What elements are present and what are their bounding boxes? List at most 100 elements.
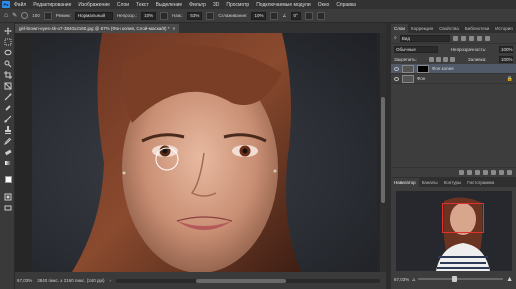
brush-preset-picker[interactable] <box>21 12 29 19</box>
crop-tool-icon[interactable] <box>3 71 12 79</box>
trash-icon[interactable] <box>507 170 512 175</box>
layer-opacity-input[interactable]: 100% <box>498 45 513 53</box>
layer-style-icon[interactable] <box>467 170 472 175</box>
filter-adjustment-icon[interactable] <box>460 35 466 41</box>
menu-window[interactable]: Окно <box>318 2 330 8</box>
pressure-size-icon[interactable] <box>304 11 313 20</box>
clone-stamp-tool-icon[interactable] <box>3 126 12 134</box>
filter-shape-icon[interactable] <box>476 35 482 41</box>
portrait-photo <box>32 33 377 272</box>
angle-input[interactable]: 0° <box>290 11 301 20</box>
status-zoom[interactable]: 67,03% <box>17 278 32 283</box>
brush-tool-icon[interactable]: ✎ <box>12 12 17 19</box>
horizontal-scroll-thumb[interactable] <box>196 278 286 283</box>
layer-mask-thumbnail[interactable] <box>417 64 429 73</box>
new-group-icon[interactable] <box>491 170 496 175</box>
quick-mask-icon[interactable] <box>3 193 12 201</box>
smoothing-settings-icon[interactable] <box>270 11 279 20</box>
filter-smart-icon[interactable] <box>484 35 490 41</box>
gradient-tool-icon[interactable] <box>3 159 12 167</box>
symmetry-icon[interactable] <box>316 11 325 20</box>
eraser-tool-icon[interactable] <box>3 148 12 156</box>
zoom-out-icon[interactable]: ▵ <box>412 276 415 283</box>
filter-type-icon[interactable] <box>468 35 474 41</box>
menu-plugins[interactable]: Подключаемые модули <box>256 2 310 8</box>
move-tool-icon[interactable] <box>3 27 12 35</box>
opacity-input[interactable]: 10% <box>141 11 157 20</box>
screen-mode-icon[interactable] <box>3 204 12 212</box>
close-icon[interactable]: × <box>173 24 176 33</box>
brush-tool-icon[interactable] <box>3 115 12 123</box>
home-icon[interactable]: ⌂ <box>4 12 8 19</box>
fill-input[interactable]: 100% <box>498 55 513 63</box>
eyedropper-tool-icon[interactable] <box>3 93 12 101</box>
zoom-in-icon[interactable]: ▲ <box>506 276 513 283</box>
tab-properties[interactable]: Свойства <box>436 24 462 33</box>
flow-label: Наж.: <box>172 13 184 18</box>
tab-channels[interactable]: Каналы <box>419 178 441 187</box>
airbrush-icon[interactable] <box>206 11 215 20</box>
menu-bar: Ps Файл Редактирование Изображение Слои … <box>0 0 516 9</box>
canvas-area[interactable] <box>15 33 386 272</box>
navigator-zoom-slider[interactable] <box>418 276 504 282</box>
filter-pixel-icon[interactable] <box>452 35 458 41</box>
horizontal-scrollbar[interactable] <box>116 278 380 283</box>
zoom-slider-knob[interactable] <box>452 276 458 282</box>
menu-3d[interactable]: 3D <box>213 2 219 8</box>
brush-settings-icon[interactable] <box>43 11 52 20</box>
smoothing-input[interactable]: 10% <box>251 11 267 20</box>
menu-text[interactable]: Текст <box>136 2 149 8</box>
tab-paths[interactable]: Контуры <box>441 178 465 187</box>
lock-image-icon[interactable] <box>436 56 442 62</box>
navigator-zoom-value[interactable]: 67,03% <box>394 277 409 282</box>
foreground-color-swatch[interactable] <box>5 176 12 183</box>
menu-select[interactable]: Выделение <box>156 2 183 8</box>
frame-tool-icon[interactable] <box>3 82 12 90</box>
lasso-tool-icon[interactable] <box>3 49 12 57</box>
layer-row-background-copy[interactable]: Фон копия <box>391 64 516 74</box>
quick-select-tool-icon[interactable] <box>3 60 12 68</box>
navigator-zoom-row: 67,03% ▵ ▲ <box>391 273 516 285</box>
visibility-eye-icon[interactable] <box>394 66 399 71</box>
menu-edit[interactable]: Редактирование <box>33 2 71 8</box>
tab-layers[interactable]: Слои <box>391 24 408 33</box>
add-mask-icon[interactable] <box>475 170 480 175</box>
opacity-label: Непрозрачность: <box>450 46 487 52</box>
options-bar: ⌂ ✎ 100 Режим: Нормальный Непрозр.: 10% … <box>0 9 516 23</box>
tab-histogram[interactable]: Гистограмма <box>464 178 497 187</box>
document-tabs: girl-brown-eyes-4k-o7-3840x2160.jpg @ 67… <box>15 23 386 33</box>
tab-libraries[interactable]: Библиотеки <box>462 24 492 33</box>
search-icon: ⌕ <box>394 35 397 41</box>
menu-help[interactable]: Справка <box>336 2 356 8</box>
lock-all-icon[interactable] <box>450 56 456 62</box>
document-tab[interactable]: girl-brown-eyes-4k-o7-3840x2160.jpg @ 67… <box>15 24 180 33</box>
navigator-view-rectangle[interactable] <box>442 203 484 233</box>
menu-layers[interactable]: Слои <box>117 2 129 8</box>
pressure-opacity-icon[interactable] <box>160 11 169 20</box>
tab-adjustments[interactable]: Коррекция <box>408 24 436 33</box>
tab-history[interactable]: История <box>492 24 515 33</box>
menu-view[interactable]: Просмотр <box>226 2 249 8</box>
mode-select[interactable]: Нормальный <box>74 11 113 20</box>
blend-mode-select[interactable]: Обычные <box>394 45 438 53</box>
history-brush-tool-icon[interactable] <box>3 137 12 145</box>
status-more-arrow[interactable]: › <box>110 278 112 283</box>
menu-filter[interactable]: Фильтр <box>189 2 206 8</box>
layer-row-background[interactable]: Фон 🔒 <box>391 74 516 84</box>
vertical-scroll-thumb[interactable] <box>381 97 385 203</box>
visibility-eye-icon[interactable] <box>394 76 399 81</box>
marquee-tool-icon[interactable] <box>3 38 12 46</box>
navigator-preview[interactable] <box>396 191 512 271</box>
menu-image[interactable]: Изображение <box>78 2 110 8</box>
tab-navigator[interactable]: Навигатор <box>391 178 419 187</box>
new-layer-icon[interactable] <box>499 170 504 175</box>
adjustment-layer-icon[interactable] <box>483 170 488 175</box>
layer-filter-select[interactable]: Вид <box>399 34 450 42</box>
menu-file[interactable]: Файл <box>14 2 26 8</box>
lock-position-icon[interactable] <box>443 56 449 62</box>
blend-row: Обычные Непрозрачность: 100% <box>391 44 516 54</box>
link-layers-icon[interactable] <box>459 170 464 175</box>
flow-input[interactable]: 53% <box>187 11 203 20</box>
healing-brush-tool-icon[interactable] <box>3 104 12 112</box>
lock-pixels-icon[interactable] <box>429 56 435 62</box>
